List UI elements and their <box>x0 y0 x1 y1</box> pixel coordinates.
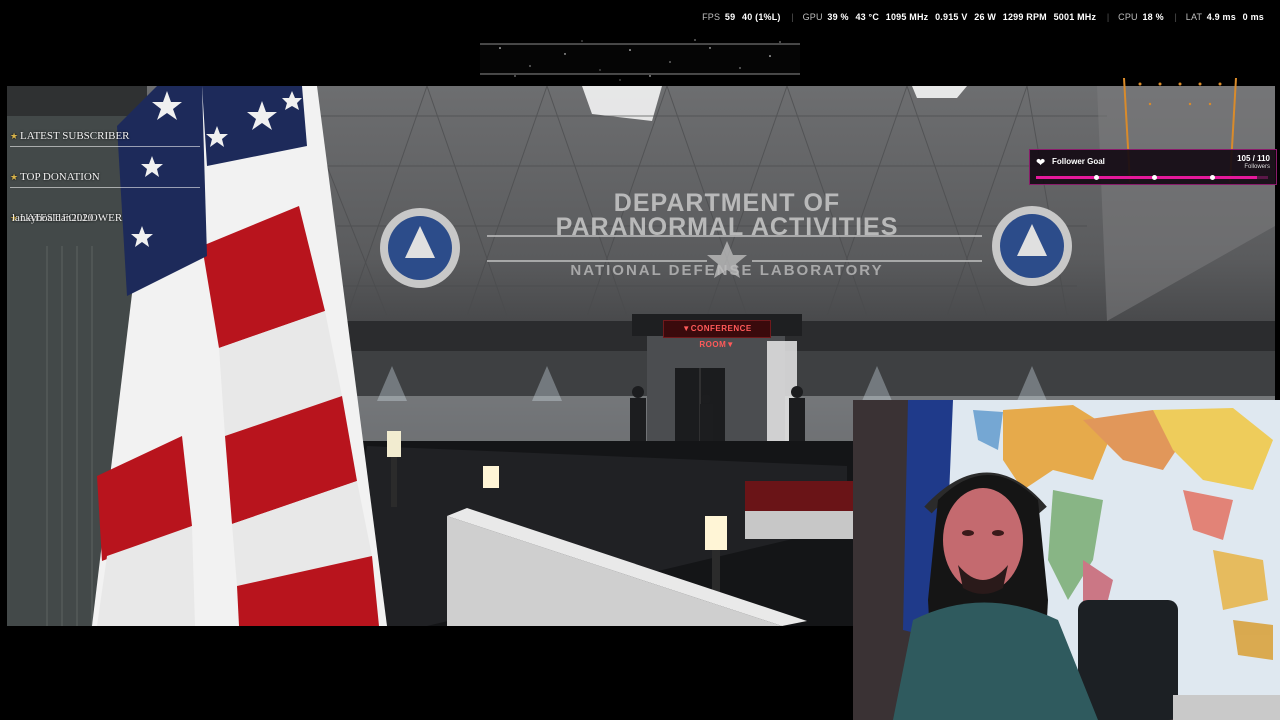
gpu-load: 39 % <box>827 12 849 22</box>
follower-goal-unit: Followers <box>1244 164 1270 170</box>
top-donation-label: TOP DONATION <box>20 171 100 183</box>
latest-subscriber: ★ LATEST SUBSCRIBER <box>10 130 200 147</box>
progress-marker <box>1094 175 1099 180</box>
gpu-power: 26 W <box>974 12 997 22</box>
gpu-temp: 43 °C <box>855 12 880 22</box>
follower-goal-widget: ❤ Follower Goal 105 / 110 Followers <box>1029 149 1277 185</box>
webcam-image <box>853 400 1280 720</box>
gpu-fan: 1299 RPM <box>1002 12 1047 22</box>
top-donation: ★ TOP DONATION <box>10 171 200 188</box>
latency-1: 4.9 ms <box>1206 12 1236 22</box>
follower-goal-progress-fill <box>1036 176 1258 179</box>
gpu-label: GPU <box>802 12 823 22</box>
starry-banner <box>470 36 810 82</box>
latest-follower: ★ LATEST FOLLOWER lankyboaldan2020 <box>10 212 200 228</box>
stream-alerts: ★ LATEST SUBSCRIBER ★ TOP DONATION ★ LAT… <box>10 130 200 252</box>
fps-value: 59 <box>724 12 736 22</box>
heart-icon: ❤ <box>1036 157 1046 169</box>
latest-follower-value: lankyboaldan2020 <box>12 212 94 224</box>
gpu-voltage: 0.915 V <box>935 12 968 22</box>
sign-line-1: DEPARTMENT OF <box>613 189 841 217</box>
star-icon: ★ <box>10 172 19 182</box>
fps-label: FPS <box>702 12 721 22</box>
department-sign: DEPARTMENT OF PARANORMAL ACTIVITIES <box>477 189 977 241</box>
cpu-label: CPU <box>1118 12 1138 22</box>
conference-room-sign: ▼CONFERENCE ROOM▼ <box>663 320 771 349</box>
gpu-mem-clock: 5001 MHz <box>1053 12 1097 22</box>
latency-2: 0 ms <box>1242 12 1264 22</box>
latency-label: LAT <box>1185 12 1203 22</box>
follower-goal-count: 105 / 110 <box>1237 154 1270 163</box>
progress-marker <box>1152 175 1157 180</box>
latest-subscriber-label: LATEST SUBSCRIBER <box>20 130 130 142</box>
progress-marker <box>1210 175 1215 180</box>
performance-overlay: FPS 59 40 (1%L) | GPU 39 % 43 °C 1095 MH… <box>702 12 1264 22</box>
sign-line-2: PARANORMAL ACTIVITIES <box>555 213 899 241</box>
gpu-clock: 1095 MHz <box>885 12 929 22</box>
fps-low-value: 40 (1%L) <box>742 12 781 22</box>
follower-goal-title: Follower Goal <box>1052 157 1105 166</box>
webcam-feed <box>853 400 1280 720</box>
sign-line-3: NATIONAL DEFENSE LABORATORY <box>570 262 884 279</box>
star-icon: ★ <box>10 131 19 141</box>
follower-goal-progress <box>1036 175 1268 180</box>
cpu-load: 18 % <box>1142 12 1164 22</box>
